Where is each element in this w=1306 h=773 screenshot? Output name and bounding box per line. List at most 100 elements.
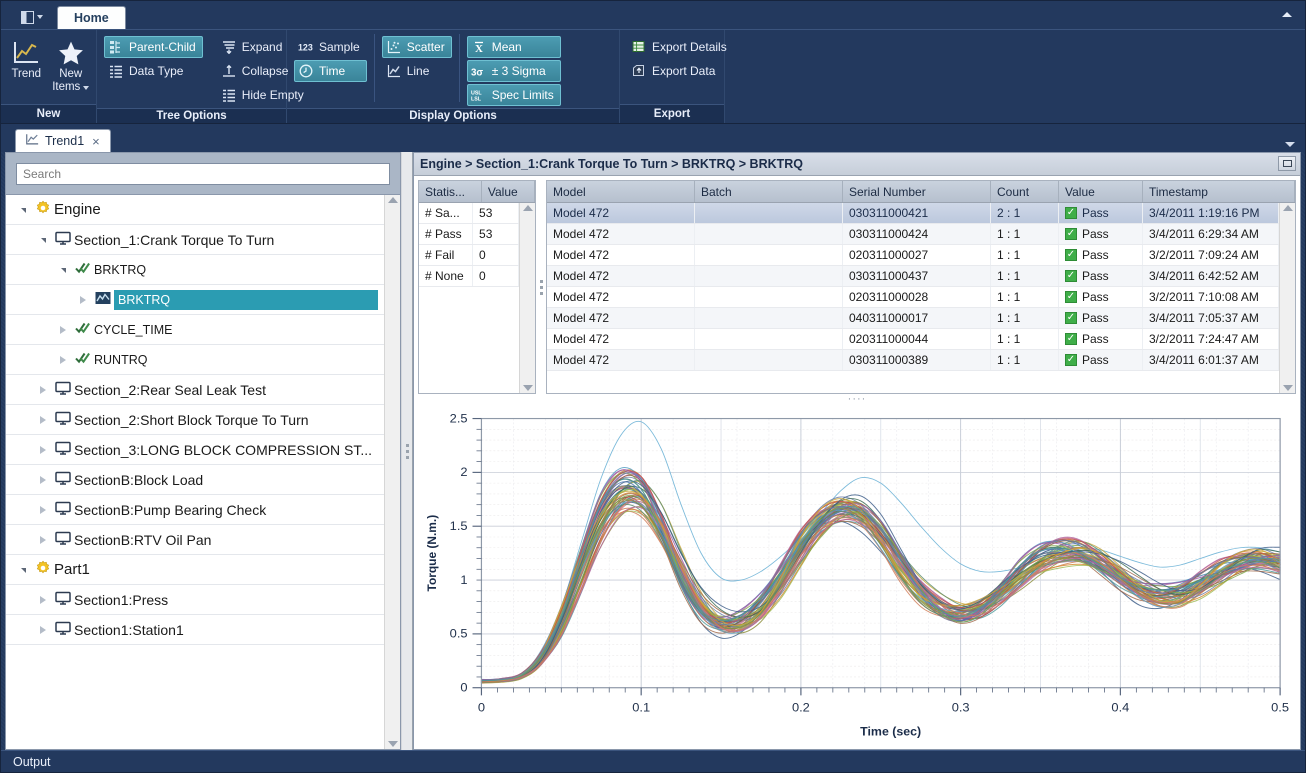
data-grid-scrollbar[interactable] xyxy=(1279,203,1295,393)
tree-expander-collapsed-icon[interactable] xyxy=(34,415,52,424)
scroll-down-arrow-icon[interactable] xyxy=(522,385,533,391)
statistics-cell-stat: # Fail xyxy=(419,245,474,265)
tree-node[interactable]: CYCLE_TIME xyxy=(6,315,384,345)
statistics-row[interactable]: # Sa... 53 xyxy=(419,203,519,224)
data-column-header[interactable]: Batch xyxy=(695,181,843,202)
tree-expander-collapsed-icon[interactable] xyxy=(74,295,92,304)
collapse-ribbon-button[interactable] xyxy=(1279,6,1295,22)
output-label[interactable]: Output xyxy=(13,755,51,769)
tree-node[interactable]: Section1:Press xyxy=(6,585,384,615)
table-row[interactable]: Model 472 030311000437 1 : 1 ✓ Pass 3/4/2011 … xyxy=(547,266,1279,287)
tree-node[interactable]: Section_1:Crank Torque To Turn xyxy=(6,225,384,255)
data-cell-serial: 030311000421 xyxy=(843,203,991,223)
statistics-column-header[interactable]: Value xyxy=(482,181,535,202)
tree-node[interactable]: SectionB:RTV Oil Pan xyxy=(6,525,384,555)
scroll-up-arrow-icon[interactable] xyxy=(522,205,533,211)
trend-button[interactable]: Trend xyxy=(5,34,48,81)
tree-expander-collapsed-icon[interactable] xyxy=(34,535,52,544)
table-row[interactable]: Model 472 030311000421 2 : 1 ✓ Pass 3/4/2011 … xyxy=(547,203,1279,224)
chevron-down-icon xyxy=(37,15,43,19)
scatter-button[interactable]: Scatter xyxy=(381,36,452,58)
statistics-grid-rows: # Sa... 53 # Pass 53 # Fail 0 # None 0 xyxy=(419,203,519,393)
parent-child-button[interactable]: Parent-Child xyxy=(104,36,203,58)
tree-node[interactable]: Section_2:Short Block Torque To Turn xyxy=(6,405,384,435)
data-column-header[interactable]: Model xyxy=(547,181,695,202)
table-row[interactable]: Model 472 020311000027 1 : 1 ✓ Pass 3/2/2011 … xyxy=(547,245,1279,266)
close-icon[interactable]: × xyxy=(90,135,102,148)
statistics-cell-value: 53 xyxy=(473,203,519,223)
data-cell-serial: 040311000017 xyxy=(843,308,991,328)
line-button[interactable]: Line xyxy=(382,60,452,82)
app-menu-button[interactable] xyxy=(13,6,51,28)
monitor-icon xyxy=(55,381,71,399)
export-data-button[interactable]: Export Data xyxy=(627,60,734,82)
tree-node[interactable]: SectionB:Pump Bearing Check xyxy=(6,495,384,525)
grid-splitter[interactable] xyxy=(536,180,546,394)
tree-node[interactable]: BRKTRQ xyxy=(6,255,384,285)
data-column-header[interactable]: Timestamp xyxy=(1143,181,1295,202)
statistics-grid-scrollbar[interactable] xyxy=(519,203,535,393)
tree-node[interactable]: RUNTRQ xyxy=(6,345,384,375)
panel-splitter[interactable] xyxy=(401,152,413,750)
statistics-column-header[interactable]: Statis... xyxy=(419,181,482,202)
tree-node-label: SectionB:RTV Oil Pan xyxy=(74,531,212,548)
tree-node[interactable]: Part1 xyxy=(6,555,384,585)
statistics-row[interactable]: # None 0 xyxy=(419,266,519,287)
tree-node[interactable]: Engine xyxy=(6,195,384,225)
data-column-header[interactable]: Value xyxy=(1059,181,1143,202)
data-cell-value-label: Pass xyxy=(1082,206,1109,220)
data-cell-model: Model 472 xyxy=(547,308,695,328)
statistics-row[interactable]: # Fail 0 xyxy=(419,245,519,266)
scroll-up-arrow-icon[interactable] xyxy=(387,197,398,203)
table-row[interactable]: Model 472 030311000424 1 : 1 ✓ Pass 3/4/2011 … xyxy=(547,224,1279,245)
tree-expander-collapsed-icon[interactable] xyxy=(34,475,52,484)
tab-home[interactable]: Home xyxy=(57,6,126,29)
tree-expander-collapsed-icon[interactable] xyxy=(54,355,72,364)
table-row[interactable]: Model 472 040311000017 1 : 1 ✓ Pass 3/4/2011 … xyxy=(547,308,1279,329)
sample-button[interactable]: 123 Sample xyxy=(294,36,367,58)
restore-button[interactable] xyxy=(1278,156,1296,171)
tree-node[interactable]: Section1:Station1 xyxy=(6,615,384,645)
table-row[interactable]: Model 472 030311000389 1 : 1 ✓ Pass 3/4/2011 … xyxy=(547,350,1279,371)
tree-expander-expanded-icon[interactable] xyxy=(54,267,72,273)
statistics-grid-header: Statis... Value xyxy=(419,181,535,203)
three-sigma-button[interactable]: 3σ ± 3 Sigma xyxy=(466,60,561,82)
table-row[interactable]: Model 472 020311000044 1 : 1 ✓ Pass 3/2/2011 … xyxy=(547,329,1279,350)
tree-expander-collapsed-icon[interactable] xyxy=(34,595,52,604)
spec-limits-button[interactable]: USL LSL Spec Limits xyxy=(466,84,561,106)
tree-node[interactable]: SectionB:Block Load xyxy=(6,465,384,495)
table-row[interactable]: Model 472 020311000028 1 : 1 ✓ Pass 3/2/2011 … xyxy=(547,287,1279,308)
data-column-header[interactable]: Serial Number xyxy=(843,181,991,202)
tab-overflow-chevron-down-icon[interactable] xyxy=(1285,142,1295,147)
tree-expander-collapsed-icon[interactable] xyxy=(54,325,72,334)
data-cell-value-label: Pass xyxy=(1082,227,1109,241)
scroll-down-arrow-icon[interactable] xyxy=(387,741,398,747)
mean-button[interactable]: X Mean xyxy=(466,36,561,58)
tree-expander-collapsed-icon[interactable] xyxy=(34,445,52,454)
tree-node[interactable]: Section_3:LONG BLOCK COMPRESSION ST... xyxy=(6,435,384,465)
tree-node[interactable]: Section_2:Rear Seal Leak Test xyxy=(6,375,384,405)
tree-expander-expanded-icon[interactable] xyxy=(34,237,52,243)
statistics-row[interactable]: # Pass 53 xyxy=(419,224,519,245)
export-details-button[interactable]: Export Details xyxy=(627,36,734,58)
pass-check-icon: ✓ xyxy=(1065,291,1077,303)
data-type-button[interactable]: Data Type xyxy=(104,60,203,82)
grid-chart-splitter[interactable]: ···· xyxy=(414,393,1300,405)
data-cell-timestamp: 3/4/2011 1:19:16 PM xyxy=(1143,203,1279,223)
scroll-up-arrow-icon[interactable] xyxy=(1282,205,1293,211)
data-column-header[interactable]: Count xyxy=(991,181,1059,202)
trend-chart-svg[interactable]: 0 0.1 0.2 0.3 0.4 0.5 0 0.5 1 1.5 2 2.5 Time (sec) To… xyxy=(420,409,1292,745)
tree-expander-expanded-icon[interactable] xyxy=(14,567,32,573)
document-tab-trend1[interactable]: Trend1 × xyxy=(15,129,111,152)
time-button[interactable]: Time xyxy=(294,60,367,82)
scroll-down-arrow-icon[interactable] xyxy=(1282,385,1293,391)
tree-expander-collapsed-icon[interactable] xyxy=(34,625,52,634)
svg-text:X: X xyxy=(475,43,483,54)
tree-expander-collapsed-icon[interactable] xyxy=(34,385,52,394)
tree-node[interactable]: BRKTRQ xyxy=(6,285,384,315)
new-items-button[interactable]: New Items xyxy=(50,34,93,94)
tree-expander-collapsed-icon[interactable] xyxy=(34,505,52,514)
tree-vertical-scrollbar[interactable] xyxy=(384,195,400,749)
tree-expander-expanded-icon[interactable] xyxy=(14,207,32,213)
search-input[interactable] xyxy=(16,162,390,185)
